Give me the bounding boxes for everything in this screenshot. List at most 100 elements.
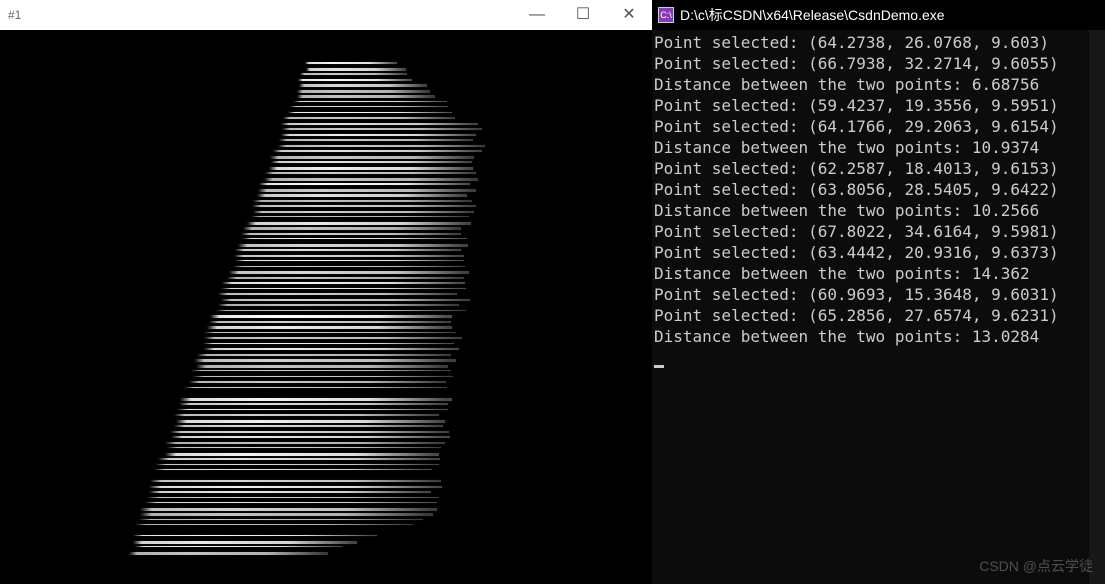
scanline	[194, 359, 456, 362]
scanline	[133, 541, 357, 544]
scanline	[234, 255, 464, 257]
scanline	[300, 73, 407, 75]
scanline	[264, 178, 478, 181]
scanline	[149, 491, 431, 493]
scanline	[253, 200, 472, 202]
scanline	[209, 321, 451, 323]
scanline	[253, 211, 474, 213]
pointcloud-viewer-window: #1 — ☐ ✕	[0, 0, 652, 584]
scanline	[273, 150, 483, 152]
scanline	[165, 453, 439, 456]
scanline	[221, 299, 470, 301]
scanline	[147, 497, 439, 498]
scanline	[283, 117, 455, 119]
scanline	[238, 244, 468, 247]
viewer-titlebar[interactable]: #1 — ☐ ✕	[0, 0, 652, 30]
console-line: Distance between the two points: 14.362	[654, 263, 1105, 284]
scanline	[191, 370, 451, 371]
console-line: Point selected: (59.4237, 19.3556, 9.595…	[654, 95, 1105, 116]
scanline	[259, 183, 470, 185]
scanline	[145, 502, 437, 503]
console-line: Distance between the two points: 13.0284	[654, 326, 1105, 347]
maximize-button[interactable]: ☐	[560, 0, 606, 30]
console-output[interactable]: Point selected: (64.2738, 26.0768, 9.603…	[652, 30, 1105, 584]
console-title: D:\c\标CSDN\x64\Release\CsdnDemo.exe	[680, 5, 945, 25]
scanline	[229, 271, 469, 274]
console-app-icon: C:\	[658, 7, 674, 23]
scanline	[135, 524, 413, 525]
scanline	[176, 420, 445, 423]
scanline	[133, 535, 377, 536]
scanline	[247, 222, 471, 225]
scanline	[269, 167, 473, 170]
scanline	[279, 139, 473, 141]
scanline	[235, 260, 464, 261]
console-line: Point selected: (67.8022, 34.6164, 9.598…	[654, 221, 1105, 242]
close-button[interactable]: ✕	[606, 0, 652, 30]
minimize-button[interactable]: —	[514, 0, 560, 30]
console-titlebar[interactable]: C:\ D:\c\标CSDN\x64\Release\CsdnDemo.exe	[652, 0, 1105, 30]
scanline	[210, 315, 452, 318]
scanline	[265, 172, 476, 174]
maximize-icon: ☐	[576, 7, 590, 23]
scanline	[197, 354, 451, 356]
scanline	[204, 332, 456, 333]
console-line: Point selected: (60.9693, 15.3648, 9.603…	[654, 284, 1105, 305]
console-line: Point selected: (64.1766, 29.2063, 9.615…	[654, 116, 1105, 137]
console-line: Point selected: (64.2738, 26.0768, 9.603…	[654, 32, 1105, 53]
scanline	[288, 112, 452, 113]
scanline	[207, 326, 452, 329]
scanline	[135, 546, 342, 547]
console-line: Distance between the two points: 6.68756	[654, 74, 1105, 95]
scanline	[180, 398, 452, 401]
console-scrollbar[interactable]	[1089, 30, 1105, 584]
pointcloud-viewport[interactable]	[0, 30, 652, 584]
scanline	[155, 464, 439, 465]
scanline	[270, 156, 474, 159]
scanline	[271, 161, 472, 163]
scanline	[242, 238, 467, 239]
scanline	[243, 227, 461, 230]
scanline	[218, 304, 459, 306]
scanline	[294, 101, 447, 102]
scanline	[305, 62, 397, 64]
scanline	[154, 469, 432, 470]
scanline	[222, 282, 465, 284]
scanline	[218, 293, 457, 295]
scanline	[299, 84, 427, 87]
minimize-icon: —	[529, 7, 545, 23]
scanline	[221, 288, 466, 289]
scanline	[203, 343, 454, 344]
viewer-title: #1	[8, 8, 21, 22]
scanline	[184, 387, 447, 388]
scanline	[233, 266, 465, 267]
scanline	[257, 194, 467, 197]
scanline	[149, 486, 442, 488]
scanline	[297, 90, 430, 93]
console-line: Point selected: (63.4442, 20.9316, 9.637…	[654, 242, 1105, 263]
scanline	[170, 431, 449, 433]
scanline	[241, 233, 461, 235]
scanline	[196, 365, 448, 368]
scanline	[297, 95, 435, 98]
scanline	[204, 337, 462, 339]
scanline	[158, 458, 440, 460]
console-line: Distance between the two points: 10.9374	[654, 137, 1105, 158]
console-line: Point selected: (63.8056, 28.5405, 9.642…	[654, 179, 1105, 200]
scanline	[189, 381, 446, 383]
scanline	[281, 134, 476, 136]
scanline	[227, 277, 464, 279]
window-controls: — ☐ ✕	[514, 0, 652, 30]
scanline	[281, 123, 478, 125]
scanline	[171, 436, 450, 438]
scanline	[235, 249, 461, 251]
console-line: Point selected: (65.2856, 27.6574, 9.623…	[654, 305, 1105, 326]
console-cursor	[654, 365, 664, 368]
scanline	[174, 414, 439, 416]
scanline	[251, 216, 469, 217]
scanline	[174, 425, 443, 427]
scanline	[204, 348, 459, 350]
console-window: C:\ D:\c\标CSDN\x64\Release\CsdnDemo.exe …	[652, 0, 1105, 584]
console-line: Point selected: (66.7938, 32.2714, 9.605…	[654, 53, 1105, 74]
close-icon: ✕	[622, 7, 635, 23]
